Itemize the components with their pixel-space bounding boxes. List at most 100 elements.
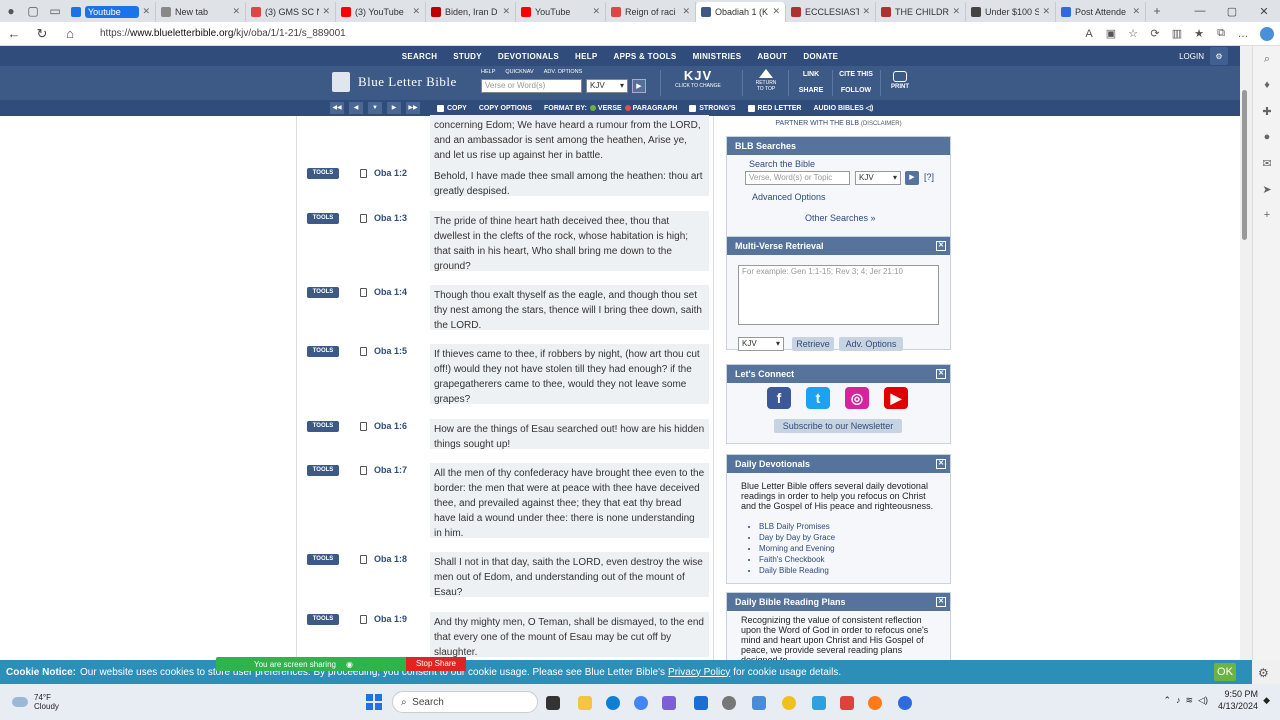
close-icon[interactable]: ✕ [936,459,946,469]
tools-button[interactable]: TOOLS [307,287,339,298]
app-available-icon[interactable]: ▣ [1100,27,1122,40]
close-tab-icon[interactable]: ✕ [412,6,420,17]
sidebar-version-select[interactable]: KJV ▾ [855,171,901,185]
version-select[interactable]: KJV ▾ [586,79,628,93]
site-logo[interactable]: Blue Letter Bible [332,72,457,92]
close-icon[interactable]: ✕ [936,241,946,251]
quicknav-link[interactable]: QUICKNAV [505,69,533,75]
shopping-icon[interactable]: ♦ [1253,72,1280,98]
browser-tab[interactable]: New tab ✕ [156,1,246,22]
browser-tab[interactable]: Biden, Iran D ✕ [426,1,516,22]
nav-help[interactable]: HELP [567,52,606,61]
favorites-icon[interactable]: ★ [1188,27,1210,40]
home-icon[interactable]: ⌂ [56,26,84,41]
workspaces-icon[interactable]: ▢ [22,0,44,22]
file-explorer-icon[interactable] [578,696,592,710]
return-to-top-button[interactable]: RETURN TO TOP [752,69,780,92]
calculator-icon[interactable] [752,696,766,710]
browser-tab[interactable]: YouTube ✕ [516,1,606,22]
tab-actions-icon[interactable]: ▭ [44,0,66,22]
prev-chapter-icon[interactable]: ◀ [349,102,363,114]
add-sidebar-icon[interactable]: + [1253,202,1280,228]
mic-icon[interactable]: ♪ [1176,695,1181,705]
audio-bibles-button[interactable]: AUDIO BIBLES ◁) [814,104,874,113]
youtube-icon[interactable]: ▶ [884,387,908,409]
tools-button[interactable]: TOOLS [307,614,339,625]
settings-gear-icon[interactable]: ⚙ [1210,47,1228,65]
chrome-icon[interactable] [634,696,648,710]
link-button[interactable]: LINK [796,69,826,81]
version-switcher[interactable]: KJV CLICK TO CHANGE [672,68,724,89]
close-tab-icon[interactable]: ✕ [772,6,780,17]
maximize-icon[interactable]: ▢ [1216,5,1248,18]
print-button[interactable]: PRINT [884,69,916,90]
tools-button[interactable]: TOOLS [307,421,339,432]
red-letter-checkbox[interactable] [747,104,755,112]
settings-icon[interactable] [722,696,736,710]
nav-search[interactable]: SEARCH [394,52,446,61]
newsletter-button[interactable]: Subscribe to our Newsletter [774,419,902,433]
facebook-icon[interactable]: f [767,387,791,409]
advanced-options-link[interactable]: Advanced Options [752,192,826,202]
close-window-icon[interactable]: ✕ [1248,5,1280,18]
close-tab-icon[interactable]: ✕ [592,6,600,17]
tools-button[interactable]: TOOLS [307,346,339,357]
sidebar-search-go-button[interactable]: ▶ [905,171,919,185]
outlook-icon[interactable]: ✉ [1253,150,1280,176]
list-item[interactable]: Daily Bible Reading [759,565,835,576]
list-item[interactable]: Day by Day by Grace [759,532,835,543]
verse-reference[interactable]: Oba 1:7 [374,465,407,475]
topic-search-input[interactable]: Verse, Word(s) or Topic [745,171,850,185]
close-tab-icon[interactable]: ✕ [952,6,960,17]
scrollbar-thumb[interactable] [1242,90,1247,240]
next-chapter-icon[interactable]: ▶ [387,102,401,114]
red-letter-toggle[interactable]: RED LETTER [747,104,802,112]
games-icon[interactable]: ● [1253,124,1280,150]
other-searches-link[interactable]: Other Searches » [805,213,876,223]
mic-icon[interactable]: ◉ [346,660,353,669]
mail-icon[interactable] [694,696,708,710]
clock[interactable]: 9:50 PM 4/13/2024 [1218,688,1258,712]
share-button[interactable]: SHARE [796,85,826,97]
store-icon[interactable] [812,696,826,710]
disclaimer-link[interactable]: (DISCLAIMER) [861,121,902,127]
windows-start-icon[interactable] [366,694,382,710]
strongs-toggle[interactable]: STRONG'S [689,104,736,112]
copy-verse-icon[interactable] [360,214,367,223]
browser-tab[interactable]: Under $100 S ✕ [966,1,1056,22]
settings-gear-icon[interactable]: ⚙ [1258,666,1269,680]
nav-devotionals[interactable]: DEVOTIONALS [490,52,567,61]
cite-this-button[interactable]: CITE THIS [836,69,876,81]
search-icon[interactable]: ⌕ [1253,46,1280,72]
partner-link[interactable]: PARTNER WITH THE BLB (DISCLAIMER) [726,120,951,127]
help-link[interactable]: HELP [481,69,495,75]
new-tab-button[interactable]: + [1146,0,1168,22]
verse-reference[interactable]: Oba 1:2 [374,168,407,178]
verse-reference[interactable]: Oba 1:8 [374,554,407,564]
browser-tab[interactable]: (3) YouTube ✕ [336,1,426,22]
browser-tab[interactable]: Youtube ✕ [66,1,156,22]
volume-icon[interactable]: ◁) [1198,695,1208,706]
wifi-icon[interactable]: ≋ [1186,695,1194,706]
copy-verse-icon[interactable] [360,466,367,475]
browser-tab[interactable]: (3) GMS SC N ✕ [246,1,336,22]
list-item[interactable]: BLB Daily Promises [759,521,835,532]
firefox-icon[interactable] [868,696,882,710]
adv-options-link[interactable]: ADV. OPTIONS [544,69,583,75]
verse-reference[interactable]: Oba 1:3 [374,213,407,223]
last-chapter-icon[interactable]: ▶▶ [406,102,420,114]
nav-about[interactable]: ABOUT [749,52,795,61]
back-icon[interactable]: ← [0,26,28,41]
copilot-app-icon[interactable] [662,696,676,710]
browser-tab[interactable]: Post Attende ✕ [1056,1,1146,22]
refresh-icon[interactable]: ↻ [28,26,56,42]
adv-options-button[interactable]: Adv. Options [839,337,903,351]
first-chapter-icon[interactable]: ◀◀ [330,102,344,114]
tools-button[interactable]: TOOLS [307,465,339,476]
close-tab-icon[interactable]: ✕ [862,6,870,17]
minimize-icon[interactable]: — [1184,5,1216,18]
taskbar-search[interactable]: ⌕ Search [392,691,538,713]
copy-verse-icon[interactable] [360,422,367,431]
chapter-list-icon[interactable]: ▼ [368,102,382,114]
retrieve-button[interactable]: Retrieve [792,337,834,351]
